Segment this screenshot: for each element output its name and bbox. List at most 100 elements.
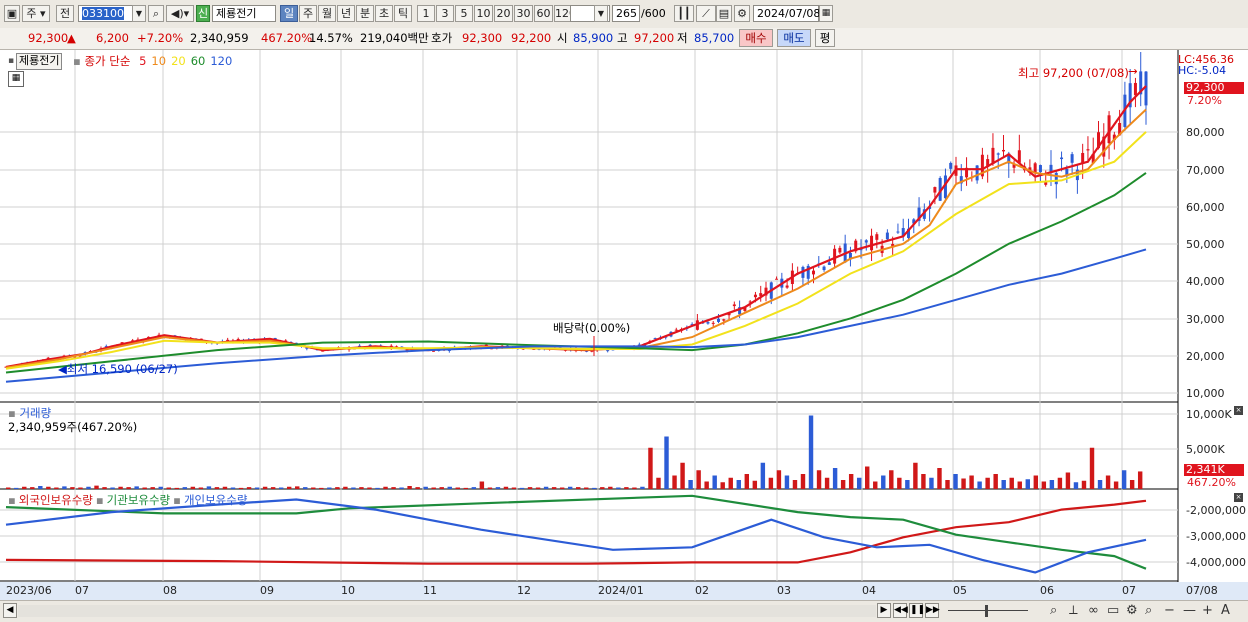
period-tab-5[interactable]: 초 [375, 5, 393, 22]
low-annotation: ◀최저 16,590 (06/27) [58, 362, 178, 376]
volume-bar [463, 487, 469, 489]
holding-y-tick-0: -2,000,000 [1186, 504, 1246, 517]
sell-button[interactable]: 매도 [777, 29, 811, 47]
grid-table-icon[interactable]: ▦ [8, 71, 24, 87]
candle-body [722, 319, 726, 321]
market-select[interactable]: 주 ▾ [22, 5, 50, 22]
volume-bar [993, 474, 998, 489]
ma-legend-prefix: 종가 단순 [84, 54, 131, 68]
chevron-down-icon[interactable]: ▼ [594, 5, 608, 22]
volume-bar [335, 487, 340, 489]
interval-tab-5[interactable]: 5 [455, 5, 473, 22]
volume-bar [535, 487, 541, 489]
volume-bar [752, 480, 758, 489]
volume-bar [439, 487, 444, 489]
volume-bar [1033, 475, 1039, 489]
play-icon[interactable]: ▶ [877, 603, 891, 618]
minus-icon[interactable]: − [1164, 603, 1175, 618]
count-input[interactable]: 265 [612, 5, 640, 22]
fast-forward-icon[interactable]: ▶▶ [925, 603, 940, 618]
ma-legend-120[interactable]: 120 [210, 54, 232, 68]
period-tab-3[interactable]: 년 [337, 5, 355, 22]
period-tab-0[interactable]: 일 [280, 5, 298, 22]
save-icon[interactable]: ▤ [716, 5, 732, 22]
volume-bar [246, 487, 252, 489]
link-icon[interactable]: ∞ [1088, 603, 1099, 618]
volume-bar [1025, 479, 1030, 489]
holding-legend-0[interactable]: 외국인보유수량 [19, 493, 93, 507]
scrollbar-track[interactable] [18, 605, 876, 617]
period-tab-4[interactable]: 분 [356, 5, 374, 22]
candle-type-icon[interactable]: ┃┃ [674, 5, 694, 22]
draw-tool-icon[interactable]: ⟋ [696, 5, 716, 22]
pause-icon[interactable]: ❚❚ [909, 603, 925, 618]
change-amount: 6,200 [96, 31, 129, 45]
interval-tab-3[interactable]: 3 [436, 5, 454, 22]
volume-bar [198, 487, 204, 489]
chart-tools-icon[interactable]: ⟂ [1069, 603, 1078, 618]
volume-bar [190, 486, 196, 489]
calendar-icon[interactable]: ▦ [819, 5, 833, 22]
code-dropdown-icon[interactable]: ▼ [132, 5, 146, 22]
zoom-out-icon[interactable]: — [1183, 603, 1196, 618]
ma-legend-60[interactable]: 60 [191, 54, 206, 68]
volume-bar [969, 475, 974, 489]
date-input[interactable]: 2024/07/08 [753, 5, 820, 22]
gear-icon[interactable]: ⚙ [734, 5, 750, 22]
period-tab-1[interactable]: 주 [299, 5, 317, 22]
print-icon[interactable]: ▭ [1107, 603, 1119, 618]
candle-body [822, 266, 826, 271]
volume-bar [182, 487, 188, 489]
low-annotation-text: 최저 16,590 (06/27) [66, 362, 178, 376]
rewind-icon[interactable]: ◀◀ [893, 603, 908, 618]
volume-bar [174, 487, 180, 489]
interval-tab-10[interactable]: 10 [474, 5, 493, 22]
holding-legend-1[interactable]: 기관보유수량 [107, 493, 170, 507]
volume-bar [1057, 477, 1063, 489]
bid-price: 92,200 [511, 31, 552, 45]
prev-button[interactable]: 전 [56, 5, 74, 22]
volume-bar [343, 486, 348, 489]
volume-bar [824, 477, 830, 489]
interval-tab-60[interactable]: 60 [534, 5, 553, 22]
speaker-icon[interactable]: ◀)▾ [166, 5, 194, 22]
buy-button[interactable]: 매수 [739, 29, 773, 47]
arrow-right-icon: → [1128, 64, 1138, 78]
settings-icon[interactable]: ⚙ [1126, 603, 1138, 618]
layout-icon[interactable]: ▣ [4, 5, 20, 22]
ma-legend-10[interactable]: 10 [151, 54, 166, 68]
volume-bar [118, 486, 123, 489]
volume-bar [447, 486, 452, 489]
ma-legend-5[interactable]: 5 [139, 54, 146, 68]
close-icon[interactable]: × [1234, 493, 1243, 502]
zoom-icon[interactable]: ⌕ [1050, 603, 1057, 618]
text-icon[interactable]: A [1221, 603, 1230, 618]
stock-name-legend[interactable]: 제룡전기 [16, 53, 63, 70]
plus-icon[interactable]: + [1202, 603, 1213, 618]
candle-body [1086, 149, 1090, 151]
ask-price: 92,300 [462, 31, 503, 45]
scroll-left-icon[interactable]: ◀ [3, 603, 17, 618]
volume-bar [881, 475, 886, 489]
volume-bar [768, 477, 774, 489]
volume-bar [62, 486, 67, 489]
eval-button[interactable]: 평 [815, 29, 835, 47]
volume-bar [423, 486, 428, 489]
volume-bar [1065, 472, 1071, 489]
volume-bar [503, 486, 509, 489]
holding-legend-2[interactable]: 개인보유수량 [184, 493, 247, 507]
interval-tab-20[interactable]: 20 [494, 5, 513, 22]
ma-legend-20[interactable]: 20 [171, 54, 186, 68]
search-icon[interactable]: ⌕ [1145, 603, 1152, 618]
interval-tab-30[interactable]: 30 [514, 5, 533, 22]
zoom-slider-handle[interactable] [985, 605, 988, 617]
period-tab-6[interactable]: 틱 [394, 5, 412, 22]
interval-tab-1[interactable]: 1 [417, 5, 435, 22]
code-value: 033100 [82, 7, 124, 20]
candle-body [833, 248, 837, 264]
period-tab-2[interactable]: 월 [318, 5, 336, 22]
x-axis-label-1: 07 [75, 584, 89, 597]
zoom-slider[interactable] [948, 610, 1028, 611]
search-icon[interactable]: ⌕ [148, 5, 164, 22]
stock-name-field[interactable]: 제룡전기 [212, 5, 276, 22]
